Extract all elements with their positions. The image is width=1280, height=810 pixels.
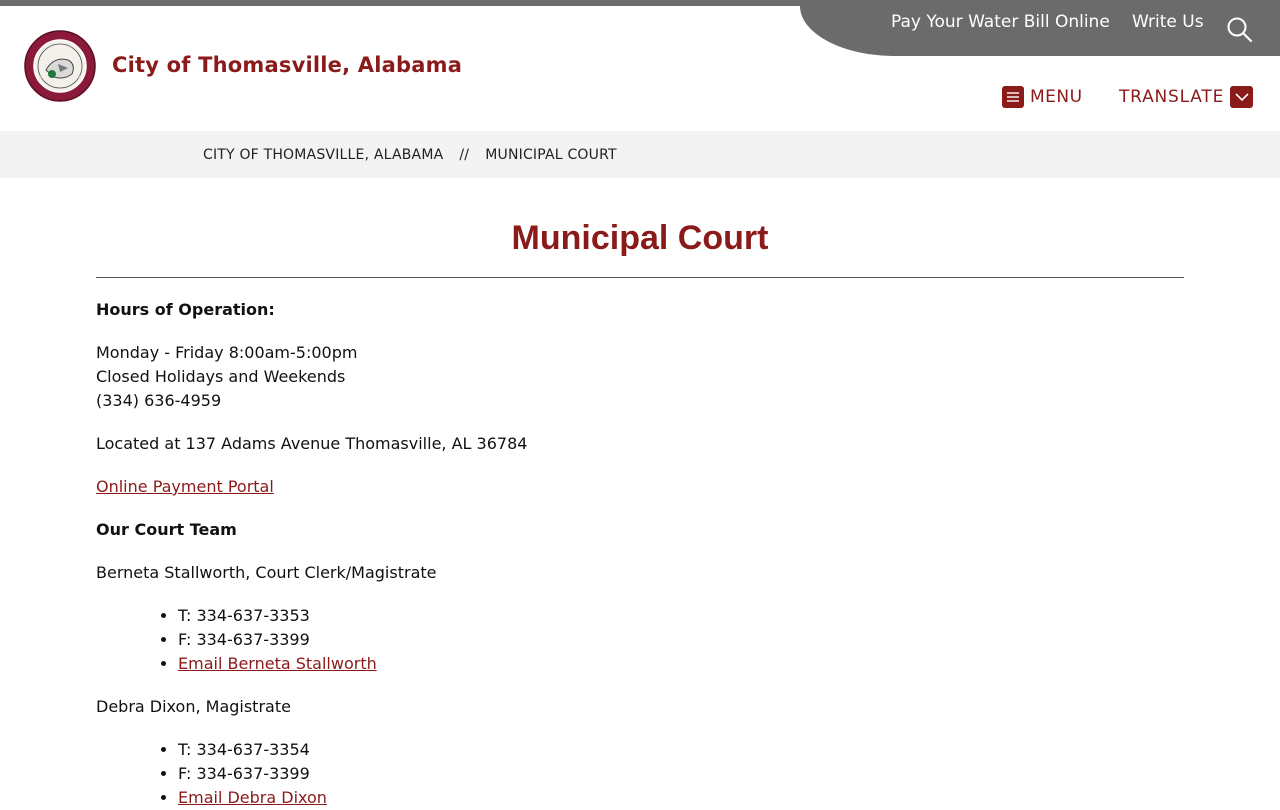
- list-item: T: 334-637-3354: [178, 738, 327, 762]
- pay-water-bill-link[interactable]: Pay Your Water Bill Online: [891, 12, 1110, 32]
- menu-button[interactable]: MENU: [1002, 85, 1083, 109]
- title-divider: [96, 277, 1184, 278]
- menu-label: MENU: [1030, 87, 1083, 107]
- team-member-name: Berneta Stallworth, Court Clerk/Magistra…: [96, 563, 437, 582]
- write-us-link[interactable]: Write Us: [1132, 12, 1204, 32]
- search-button[interactable]: [1226, 16, 1254, 44]
- phone-line: (334) 636-4959: [96, 391, 222, 410]
- email-link[interactable]: Email Berneta Stallworth: [178, 654, 377, 673]
- translate-button[interactable]: TRANSLATE: [1119, 85, 1254, 109]
- chevron-down-icon: [1230, 86, 1254, 108]
- location-text: Located at 137 Adams Avenue Thomasville,…: [96, 434, 528, 453]
- search-icon: [1227, 17, 1253, 43]
- main-content: Municipal Court Hours of Operation: Mond…: [96, 178, 1184, 807]
- hours-heading: Hours of Operation:: [96, 300, 275, 319]
- list-item: Email Debra Dixon: [178, 786, 327, 810]
- online-payment-portal-link[interactable]: Online Payment Portal: [96, 477, 274, 496]
- hamburger-icon: [1002, 86, 1024, 108]
- translate-label: TRANSLATE: [1119, 87, 1225, 107]
- site-title[interactable]: City of Thomasville, Alabama: [112, 53, 462, 77]
- list-item: T: 334-637-3353: [178, 604, 377, 628]
- email-link[interactable]: Email Debra Dixon: [178, 788, 327, 807]
- team-member-name: Debra Dixon, Magistrate: [96, 697, 291, 716]
- hours-line: Monday - Friday 8:00am-5:00pm: [96, 343, 358, 362]
- list-item: F: 334-637-3399: [178, 762, 327, 786]
- breadcrumb-home-link[interactable]: CITY OF THOMASVILLE, ALABAMA: [203, 147, 443, 163]
- page-title: Municipal Court: [511, 219, 769, 257]
- payment-paragraph: Online Payment Portal: [96, 475, 274, 499]
- breadcrumb: CITY OF THOMASVILLE, ALABAMA // MUNICIPAL …: [0, 131, 1280, 178]
- site-header: Pay Your Water Bill Online Write Us City…: [0, 0, 1280, 131]
- breadcrumb-current: MUNICIPAL COURT: [485, 147, 617, 163]
- city-seal-icon: [24, 30, 96, 102]
- breadcrumb-separator: //: [459, 147, 470, 163]
- hours-line: Closed Holidays and Weekends: [96, 367, 346, 386]
- team-heading: Our Court Team: [96, 520, 237, 539]
- team-member-contacts: T: 334-637-3353 F: 334-637-3399 Email Be…: [96, 604, 377, 676]
- team-member-contacts: T: 334-637-3354 F: 334-637-3399 Email De…: [96, 738, 327, 810]
- list-item: Email Berneta Stallworth: [178, 652, 377, 676]
- hours-text: Monday - Friday 8:00am-5:00pm Closed Hol…: [96, 341, 357, 413]
- list-item: F: 334-637-3399: [178, 628, 377, 652]
